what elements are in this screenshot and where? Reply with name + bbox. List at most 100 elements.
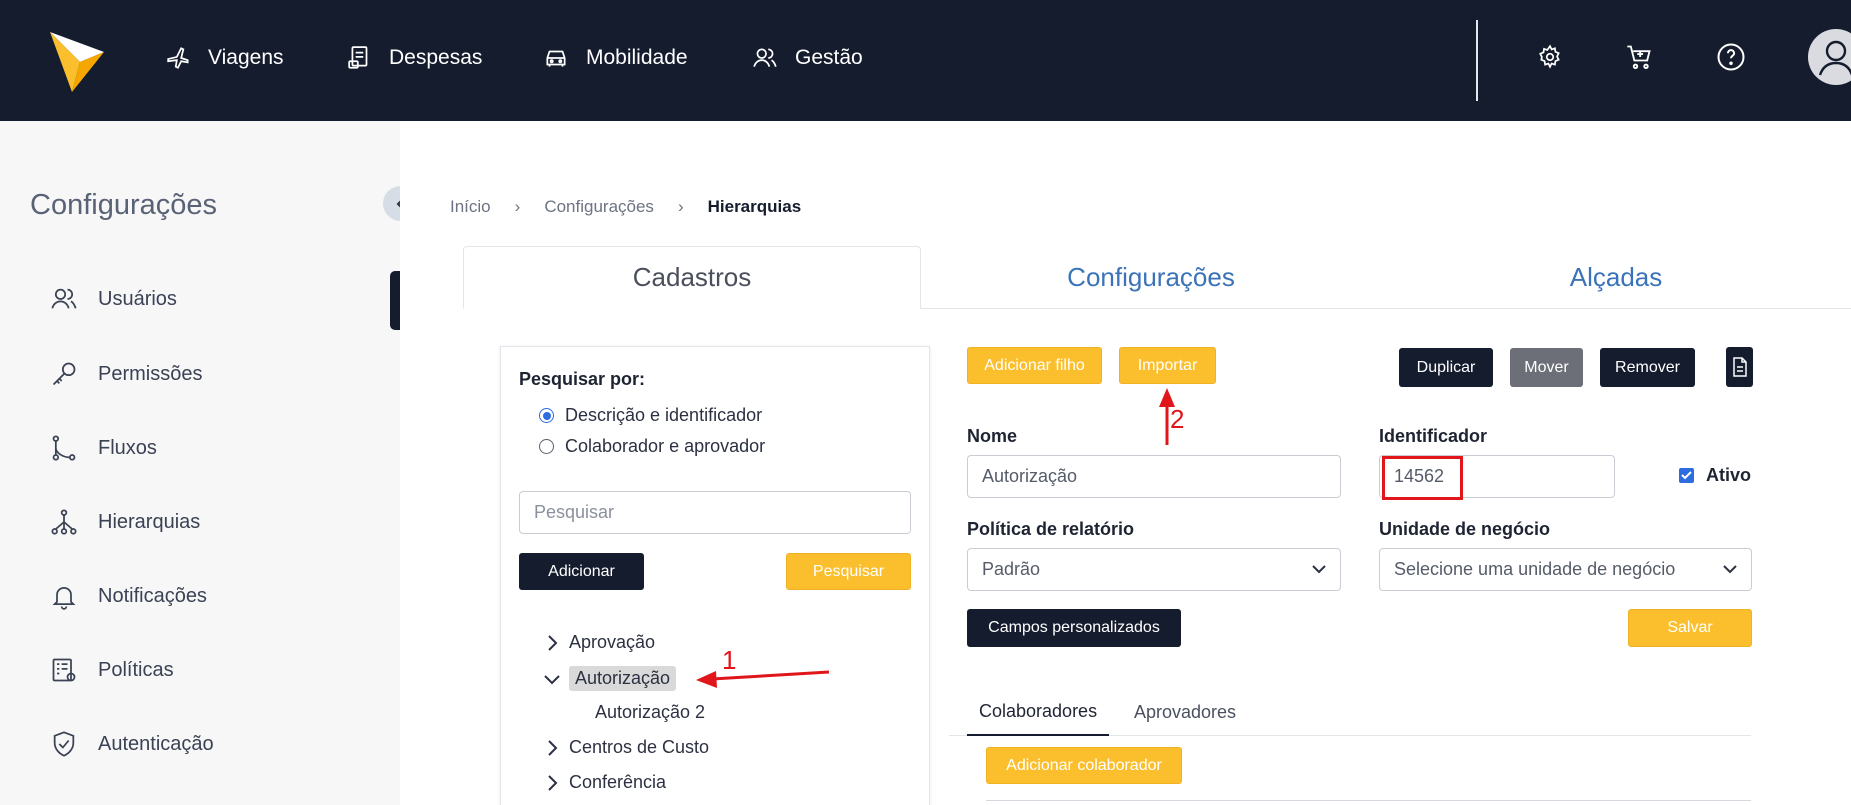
chevron-right-icon[interactable] — [541, 739, 563, 757]
chevron-down-icon — [1312, 565, 1326, 574]
chevron-down-icon[interactable] — [541, 673, 563, 685]
radio-unchecked[interactable] — [539, 439, 554, 454]
help-icon[interactable] — [1714, 40, 1748, 74]
tree-item-centros-de-custo[interactable]: Centros de Custo — [541, 737, 709, 758]
sidebar-item-notificacoes[interactable]: Notificações — [48, 579, 207, 613]
breadcrumb-inicio[interactable]: Início — [450, 197, 491, 217]
radio-descricao[interactable]: Descrição e identificador — [539, 405, 762, 426]
sidebar-title: Configurações — [30, 189, 217, 221]
hierarchy-icon — [48, 506, 80, 538]
tree-item-autorizacao-2[interactable]: Autorização 2 — [595, 702, 705, 723]
report-policy-label: Política de relatório — [967, 519, 1135, 539]
radio-checked[interactable] — [539, 408, 554, 423]
nav-mobilidade[interactable]: Mobilidade — [542, 40, 688, 76]
search-panel: Pesquisar por: Descrição e identificador… — [500, 346, 930, 805]
receipt-icon — [348, 46, 368, 69]
nav-gestao[interactable]: Gestão — [751, 40, 863, 76]
document-button[interactable] — [1726, 347, 1753, 387]
tab-cadastros[interactable]: Cadastros — [463, 246, 921, 309]
policy-icon — [48, 654, 80, 686]
duplicate-button[interactable]: Duplicar — [1399, 348, 1493, 387]
subtabs: Colaboradores Aprovadores — [949, 688, 1751, 736]
flow-icon — [48, 432, 80, 464]
sidebar-item-permissoes[interactable]: Permissões — [48, 357, 202, 391]
tree-item-aprovacao[interactable]: Aprovação — [541, 632, 655, 653]
annotation-box — [1382, 456, 1463, 500]
sidebar-item-autenticacao[interactable]: Autenticação — [48, 727, 214, 761]
subtab-aprovadores[interactable]: Aprovadores — [1122, 688, 1248, 736]
key-icon — [48, 358, 80, 390]
nav-despesas[interactable]: Despesas — [347, 40, 482, 76]
annotation-number-2: 2 — [1170, 404, 1185, 434]
users-icon — [753, 48, 777, 67]
active-checkbox[interactable]: Ativo — [1679, 465, 1751, 486]
tree-item-label: Centros de Custo — [569, 737, 710, 757]
report-policy-select[interactable]: Padrão — [967, 548, 1341, 591]
subtab-colaboradores[interactable]: Colaboradores — [967, 688, 1110, 736]
business-unit-select[interactable]: Selecione uma unidade de negócio — [1379, 548, 1752, 591]
sidebar-item-label: Políticas — [98, 658, 174, 681]
sidebar-item-label: Permissões — [98, 362, 203, 385]
radio-colaborador[interactable]: Colaborador e aprovador — [539, 436, 765, 457]
remove-button[interactable]: Remover — [1600, 348, 1695, 387]
import-button[interactable]: Importar — [1119, 347, 1216, 384]
sidebar-item-label: Hierarquias — [98, 510, 201, 533]
nav-mobilidade-label: Mobilidade — [586, 46, 688, 69]
identifier-label: Identificador — [1379, 426, 1488, 446]
gear-icon[interactable] — [1533, 40, 1567, 74]
breadcrumb-hierarquias: Hierarquias — [707, 197, 802, 216]
checkbox-checked-icon[interactable] — [1679, 468, 1694, 483]
main-content: Início › Configurações › Hierarquias Cad… — [400, 121, 1851, 805]
business-unit-label: Unidade de negócio — [1379, 519, 1551, 539]
cart-add-icon[interactable] — [1622, 40, 1656, 74]
bell-icon — [48, 580, 80, 612]
user-icon — [1818, 40, 1851, 76]
add-collaborator-button[interactable]: Adicionar colaborador — [986, 747, 1182, 784]
tree-item-conferencia[interactable]: Conferência — [541, 772, 666, 793]
user-avatar[interactable] — [1808, 29, 1851, 85]
logo-icon[interactable] — [50, 32, 104, 92]
nav-despesas-label: Despesas — [389, 46, 483, 69]
radio-label: Descrição e identificador — [565, 405, 763, 425]
users-icon — [48, 283, 80, 315]
custom-fields-button[interactable]: Campos personalizados — [967, 609, 1181, 647]
chevron-right-icon: › — [514, 197, 521, 216]
sidebar-active-indicator — [390, 271, 400, 330]
document-icon — [1732, 357, 1747, 377]
car-icon — [546, 50, 566, 67]
breadcrumb: Início › Configurações › Hierarquias — [450, 197, 801, 217]
search-by-label: Pesquisar por: — [519, 369, 646, 389]
sidebar-item-label: Autenticação — [98, 732, 214, 755]
add-button[interactable]: Adicionar — [519, 553, 644, 590]
tree-item-label: Autorização 2 — [595, 702, 706, 722]
search-button[interactable]: Pesquisar — [786, 553, 911, 590]
sidebar-item-label: Usuários — [98, 287, 177, 310]
tab-alcadas[interactable]: Alçadas — [1381, 246, 1851, 309]
tree-item-label: Aprovação — [569, 632, 656, 652]
nav-divider — [1476, 20, 1478, 101]
nav-viagens[interactable]: Viagens — [166, 40, 284, 76]
sidebar-item-hierarquias[interactable]: Hierarquias — [48, 505, 200, 539]
name-label: Nome — [967, 426, 1018, 446]
sidebar-item-fluxos[interactable]: Fluxos — [48, 431, 157, 465]
collaborator-table-edge — [986, 800, 1751, 805]
chevron-right-icon[interactable] — [541, 634, 563, 652]
radio-label: Colaborador e aprovador — [565, 436, 766, 456]
add-child-button[interactable]: Adicionar filho — [967, 347, 1102, 384]
report-policy-value: Padrão — [982, 559, 1041, 579]
tab-configuracoes[interactable]: Configurações — [921, 246, 1381, 309]
chevron-down-icon — [1723, 565, 1737, 574]
sidebar-item-usuarios[interactable]: Usuários — [48, 282, 177, 316]
save-button[interactable]: Salvar — [1628, 609, 1752, 647]
chevron-right-icon[interactable] — [541, 774, 563, 792]
breadcrumb-configuracoes[interactable]: Configurações — [544, 197, 654, 217]
tree-item-autorizacao[interactable]: Autorização — [541, 666, 677, 691]
sidebar-item-label: Fluxos — [98, 436, 157, 459]
sidebar-item-politicas[interactable]: Políticas — [48, 653, 174, 687]
name-field[interactable]: Autorização — [967, 455, 1341, 498]
search-input[interactable] — [519, 491, 911, 534]
business-unit-value: Selecione uma unidade de negócio — [1394, 559, 1676, 579]
tree-item-label: Autorização — [569, 666, 677, 691]
tabs: Cadastros Configurações Alçadas — [463, 246, 1851, 309]
move-button[interactable]: Mover — [1510, 348, 1583, 387]
